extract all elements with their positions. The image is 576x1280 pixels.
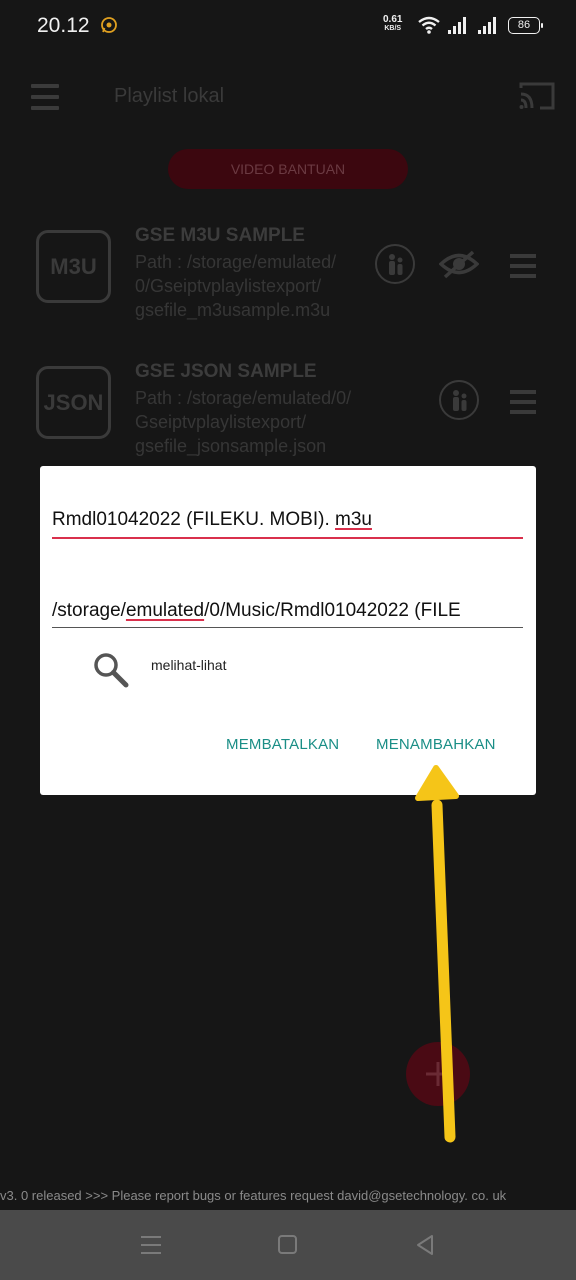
whatsapp-icon: [101, 17, 117, 33]
browse-label[interactable]: melihat-lihat: [151, 657, 226, 673]
signal-icon-1: [448, 17, 466, 34]
add-playlist-dialog: Rmdl01042022 (FILEKU. MOBI). m3u /storag…: [40, 466, 536, 795]
system-nav-bar: [0, 1210, 576, 1280]
cancel-button[interactable]: MEMBATALKAN: [226, 736, 339, 753]
home-icon[interactable]: [278, 1235, 297, 1254]
recents-icon[interactable]: [141, 1236, 161, 1254]
family-icon: [453, 390, 467, 411]
playlist-title: GSE JSON SAMPLE: [135, 361, 317, 382]
playlist-title: GSE M3U SAMPLE: [135, 225, 305, 246]
signal-icon-2: [478, 17, 496, 34]
playlist-path-input[interactable]: /storage/emulated/0/Music/Rmdl01042022 (…: [52, 597, 523, 628]
parental-lock-button[interactable]: [439, 380, 479, 420]
playlist-path: Path : /storage/emulated/ 0/Gseiptvplayl…: [135, 252, 337, 320]
cast-icon[interactable]: [518, 80, 556, 112]
page-title: Playlist lokal: [114, 85, 225, 107]
family-icon: [389, 254, 403, 275]
battery-indicator: 86: [508, 17, 543, 34]
item-menu-icon[interactable]: [510, 254, 536, 280]
item-menu-icon[interactable]: [510, 390, 536, 416]
json-file-icon: JSON: [36, 366, 111, 439]
video-help-button[interactable]: VIDEO BANTUAN: [168, 149, 408, 189]
back-icon[interactable]: [415, 1234, 435, 1256]
parental-lock-button[interactable]: [375, 244, 415, 284]
wifi-icon: [418, 16, 440, 34]
add-button[interactable]: MENAMBAHKAN: [376, 736, 496, 753]
playlist-name-input[interactable]: Rmdl01042022 (FILEKU. MOBI). m3u: [52, 506, 523, 539]
network-speed: 0.61 KB/S: [383, 14, 403, 33]
annotation-arrow: [415, 765, 459, 1143]
m3u-file-icon: M3U: [36, 230, 111, 303]
search-icon[interactable]: [92, 651, 130, 689]
hide-eye-icon[interactable]: [439, 249, 479, 279]
hamburger-menu-icon[interactable]: [31, 84, 59, 110]
status-bar: 20.12 0.61 KB/S 86: [0, 0, 576, 52]
news-ticker: v3. 0 released >>> Please report bugs or…: [0, 1188, 507, 1203]
status-time: 20.12: [37, 14, 90, 37]
playlist-path: Path : /storage/emulated/0/ Gseiptvplayl…: [135, 388, 352, 456]
